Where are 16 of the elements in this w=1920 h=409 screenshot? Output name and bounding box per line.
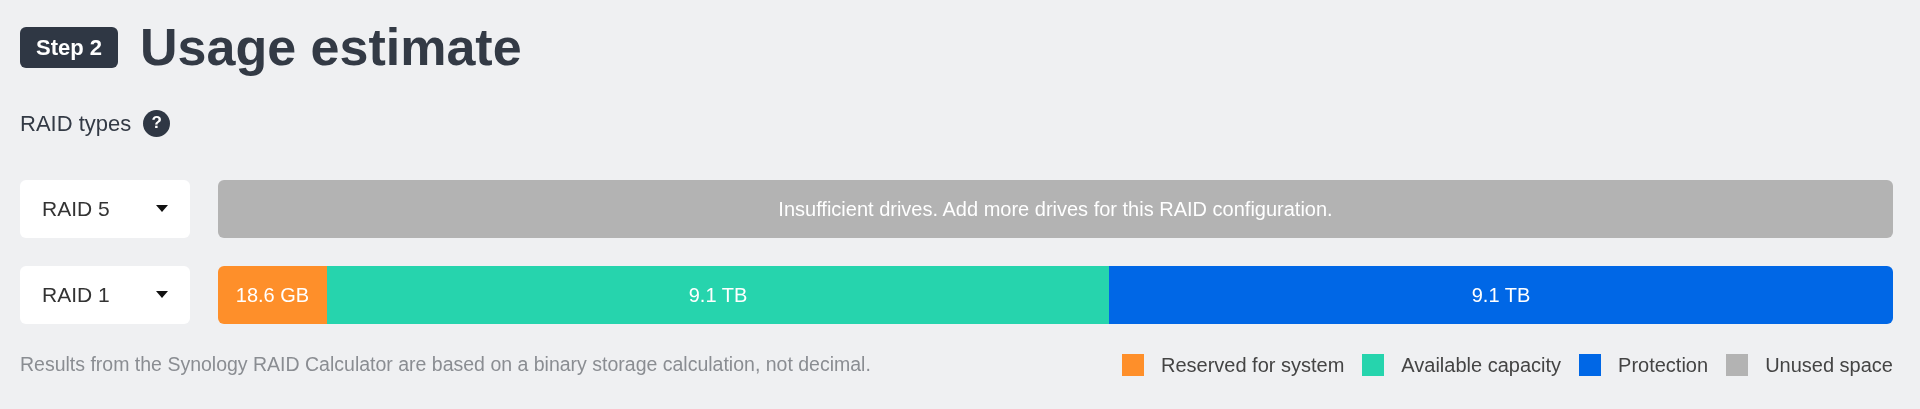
legend-label: Available capacity	[1401, 353, 1562, 378]
help-icon[interactable]: ?	[143, 109, 171, 137]
legend-label: Protection	[1618, 353, 1709, 378]
footnote: Results from the Synology RAID Calculator are based on a binary storage calculation, not decimal.	[20, 352, 871, 378]
caret-icon	[156, 291, 168, 299]
step-badge: Step 2	[20, 26, 119, 68]
section-label: RAID types	[20, 109, 132, 138]
caret-icon	[156, 205, 168, 213]
legend-label: Unused space	[1765, 353, 1893, 378]
usage-segment: 9.1 TB	[1109, 266, 1893, 324]
usage-bar: Insufficient drives. Add more drives for this RAID configuration.	[218, 180, 1893, 238]
legend-label: Reserved for system	[1160, 353, 1345, 378]
usage-segment: 9.1 TB	[327, 266, 1109, 324]
raid-dropdown[interactable]: RAID 5	[20, 180, 190, 238]
raid-dropdown[interactable]: RAID 1	[20, 266, 190, 324]
usage-segment: 18.6 GB	[218, 266, 327, 324]
